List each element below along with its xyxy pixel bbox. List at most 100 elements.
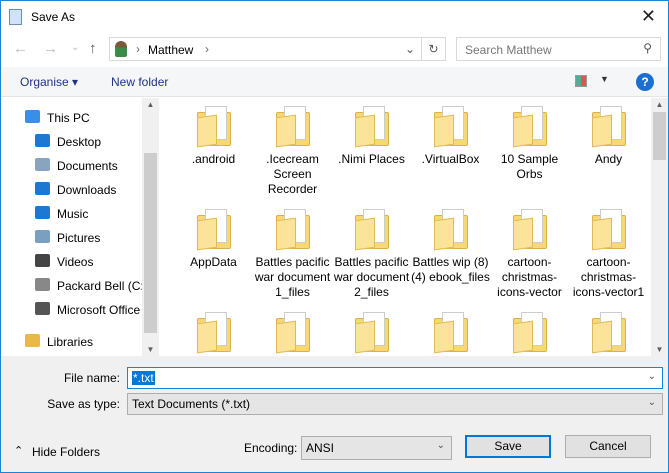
- folder-name: Battles wip (8) (4) ebook_files: [411, 255, 490, 284]
- organise-menu[interactable]: Organise ▾: [20, 75, 78, 89]
- folder-item[interactable]: .Nimi Places: [332, 106, 411, 167]
- folder-item[interactable]: .VirtualBox: [411, 106, 490, 167]
- up-button[interactable]: ↑: [89, 40, 97, 57]
- folder-icon: [591, 106, 626, 148]
- recent-locations-button[interactable]: ⌄: [71, 42, 79, 53]
- folder-icon: [35, 206, 50, 219]
- folder-name: .Icecream Screen Recorder: [266, 152, 319, 196]
- folder-icon: [512, 209, 547, 251]
- folder-item[interactable]: [490, 312, 569, 356]
- scroll-up-arrow[interactable]: ▲: [142, 100, 159, 109]
- sidebar-item-label: Downloads: [57, 183, 117, 197]
- file-list-scrollbar[interactable]: ▲ ▼: [651, 98, 668, 356]
- folder-icon: [25, 110, 40, 123]
- search-placeholder: Search Matthew: [465, 43, 552, 57]
- file-name-dropdown-icon[interactable]: ⌄: [648, 371, 656, 382]
- folder-name: cartoon-christmas-icons-vector: [497, 255, 562, 299]
- address-bar[interactable]: › Matthew › ⌄ ↻: [109, 37, 446, 61]
- chevron-up-icon: ⌃: [14, 445, 24, 457]
- sidebar-scrollbar[interactable]: ▲ ▼: [142, 98, 159, 356]
- encoding-value: ANSI: [306, 441, 335, 455]
- folder-icon: [354, 312, 389, 354]
- save-button[interactable]: Save: [465, 435, 551, 458]
- title-bar: Save As ✕: [1, 1, 668, 33]
- folder-item[interactable]: cartoon-christmas-icons-vector: [490, 209, 569, 300]
- breadcrumb-matthew[interactable]: Matthew: [148, 43, 193, 57]
- chevron-down-icon: ⌄: [436, 440, 445, 451]
- sidebar-item-label: Desktop: [57, 135, 102, 149]
- folder-item[interactable]: [569, 312, 648, 356]
- file-name-value: *.txt: [132, 371, 155, 385]
- folder-icon: [196, 312, 231, 354]
- sidebar-item-downloads[interactable]: Downloads: [1, 179, 141, 201]
- file-name-label: File name:: [63, 371, 120, 385]
- forward-button[interactable]: →: [43, 40, 58, 57]
- folder-item[interactable]: AppData: [174, 209, 253, 270]
- sidebar-item-this-pc[interactable]: This PC: [1, 107, 141, 129]
- folder-item[interactable]: Battles pacific war document 1_files: [253, 209, 332, 300]
- folder-name: Battles pacific war document 1_files: [254, 255, 331, 299]
- folder-item[interactable]: [253, 312, 332, 356]
- folder-icon: [354, 209, 389, 251]
- folder-item[interactable]: Andy: [569, 106, 648, 167]
- folder-name: .VirtualBox: [421, 152, 480, 166]
- cancel-button[interactable]: Cancel: [565, 435, 651, 458]
- back-button[interactable]: ←: [13, 40, 28, 57]
- chevron-down-icon: ⌄: [647, 397, 656, 408]
- sidebar-item-microsoft-office[interactable]: Microsoft Office: [1, 299, 141, 321]
- help-button[interactable]: ?: [636, 73, 654, 91]
- navigation-bar: ← → ⌄ ↑ › Matthew › ⌄ ↻ Search Matthew ⚲: [1, 36, 668, 62]
- refresh-button[interactable]: ↻: [421, 38, 445, 60]
- scroll-thumb[interactable]: [144, 153, 157, 333]
- scroll-down-arrow[interactable]: ▼: [651, 345, 668, 354]
- change-view-icon[interactable]: [575, 75, 587, 87]
- sidebar-item-desktop[interactable]: Desktop: [1, 131, 141, 153]
- folder-icon: [35, 254, 50, 267]
- folder-icon: [433, 312, 468, 354]
- folder-icon: [512, 106, 547, 148]
- search-input[interactable]: Search Matthew ⚲: [456, 37, 661, 61]
- scroll-up-arrow[interactable]: ▲: [651, 100, 668, 109]
- breadcrumb-separator: ›: [136, 42, 140, 56]
- folder-item[interactable]: .android: [174, 106, 253, 167]
- close-button[interactable]: ✕: [641, 6, 656, 27]
- address-dropdown-button[interactable]: ⌄: [405, 42, 415, 56]
- folder-item[interactable]: 10 Sample Orbs: [490, 106, 569, 182]
- sidebar-item-documents[interactable]: Documents: [1, 155, 141, 177]
- encoding-select[interactable]: ANSI ⌄: [301, 436, 452, 460]
- hide-folders-button[interactable]: Hide Folders: [32, 445, 100, 459]
- folder-item[interactable]: Battles wip (8) (4) ebook_files: [411, 209, 490, 285]
- save-type-select[interactable]: Text Documents (*.txt) ⌄: [127, 393, 663, 415]
- folder-icon: [35, 134, 50, 147]
- folder-icon: [591, 209, 626, 251]
- sidebar-item-music[interactable]: Music: [1, 203, 141, 225]
- folder-item[interactable]: [174, 312, 253, 356]
- scroll-thumb[interactable]: [653, 112, 666, 160]
- sidebar-item-videos[interactable]: Videos: [1, 251, 141, 273]
- folder-item[interactable]: cartoon-christmas-icons-vector1: [569, 209, 648, 300]
- folder-icon: [35, 278, 50, 291]
- sidebar-item-pictures[interactable]: Pictures: [1, 227, 141, 249]
- save-type-value: Text Documents (*.txt): [132, 397, 251, 411]
- folder-icon: [35, 182, 50, 195]
- sidebar-item-libraries[interactable]: Libraries: [1, 331, 141, 353]
- new-folder-button[interactable]: New folder: [111, 75, 168, 89]
- folder-item[interactable]: .Icecream Screen Recorder: [253, 106, 332, 197]
- notepad-icon: [9, 9, 22, 25]
- folder-item[interactable]: [332, 312, 411, 356]
- folder-name: Andy: [594, 152, 623, 166]
- breadcrumb-separator[interactable]: ›: [205, 42, 209, 56]
- view-options-dropdown[interactable]: ▼: [600, 74, 609, 84]
- save-options-panel: File name: *.txt ⌄ Save as type: Text Do…: [1, 356, 668, 472]
- file-name-input[interactable]: *.txt ⌄: [127, 367, 663, 389]
- sidebar-item-label: This PC: [47, 111, 90, 125]
- folder-icon: [35, 230, 50, 243]
- folder-item[interactable]: [411, 312, 490, 356]
- folder-icon: [196, 209, 231, 251]
- scroll-down-arrow[interactable]: ▼: [142, 345, 159, 354]
- sidebar-item-packard-bell-c[interactable]: Packard Bell (C:): [1, 275, 148, 297]
- search-icon[interactable]: ⚲: [643, 41, 652, 55]
- folder-name: .android: [191, 152, 236, 166]
- save-type-label: Save as type:: [47, 397, 120, 411]
- folder-item[interactable]: Battles pacific war document 2_files: [332, 209, 411, 300]
